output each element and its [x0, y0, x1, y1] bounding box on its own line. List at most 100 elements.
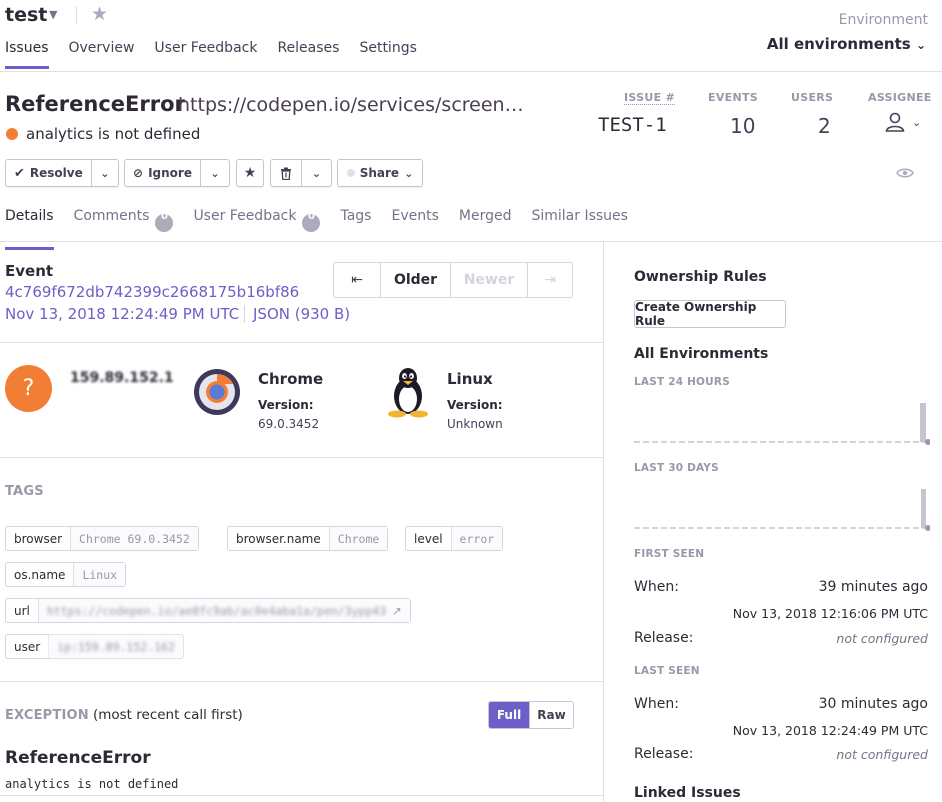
- event-label: Event: [5, 262, 54, 280]
- tag-browser[interactable]: browser Chrome 69.0.3452: [5, 526, 199, 551]
- browser-name: Chrome: [258, 370, 324, 388]
- tab-label: Details: [5, 208, 54, 224]
- exception-subtitle: (most recent call first): [92, 707, 243, 723]
- chevron-down-icon: ⌄: [311, 166, 322, 180]
- browser-version: 69.0.3452: [258, 417, 320, 431]
- first-seen-heading: FIRST SEEN: [634, 548, 705, 560]
- project-nav: Issues Overview User Feedback Releases S…: [5, 40, 417, 69]
- tab-details[interactable]: Details: [5, 208, 54, 250]
- all-environments-heading: All Environments: [634, 346, 769, 362]
- delete-dropdown-button[interactable]: ⌄: [302, 160, 331, 186]
- tag-os-name[interactable]: os.name Linux: [5, 562, 127, 587]
- resolve-label: Resolve: [29, 166, 83, 180]
- newer-button[interactable]: Newer: [451, 263, 528, 297]
- users-count[interactable]: 2: [818, 114, 831, 138]
- tag-value: Linux: [74, 563, 126, 586]
- tag-key: user: [6, 635, 50, 658]
- issue-culprit-url: https://codepen.io/services/screenshot/.…: [178, 94, 530, 116]
- user-icon: [885, 112, 905, 132]
- external-link-icon[interactable]: ↗: [392, 604, 402, 618]
- chevron-down-icon: ⌄: [404, 166, 414, 180]
- issue-message: analytics is not defined: [26, 125, 201, 143]
- os-version: Unknown: [447, 417, 503, 431]
- event-json-link[interactable]: JSON (930 B): [244, 305, 350, 323]
- tag-level[interactable]: level error: [405, 526, 504, 551]
- share-button[interactable]: Share ⌄: [337, 159, 423, 187]
- trash-icon: [281, 167, 291, 180]
- chevron-down-icon: ⌄: [915, 38, 926, 52]
- feedback-count-badge: 0: [302, 211, 321, 232]
- linked-issues-heading: Linked Issues: [634, 785, 741, 801]
- nav-user-feedback[interactable]: User Feedback: [154, 40, 257, 69]
- raw-button[interactable]: Raw: [529, 702, 573, 728]
- tab-similar-issues[interactable]: Similar Issues: [531, 208, 627, 250]
- ignore-button[interactable]: ⊘ Ignore: [125, 160, 200, 186]
- section-divider: [0, 681, 603, 682]
- tag-user[interactable]: user ip:159.89.152.162: [5, 634, 184, 659]
- event-id: 4c769f672db742399c2668175b16bf86: [5, 283, 300, 301]
- full-button[interactable]: Full: [489, 702, 529, 728]
- project-dropdown-icon[interactable]: ▼: [49, 8, 57, 21]
- share-status-dot: [346, 169, 355, 177]
- tag-browser-name[interactable]: browser.name Chrome: [227, 526, 389, 551]
- delete-button-group: ⌄: [270, 159, 332, 187]
- tab-label: Tags: [340, 208, 372, 224]
- tag-key: browser.name: [228, 527, 330, 550]
- nav-settings[interactable]: Settings: [359, 40, 416, 69]
- tab-merged[interactable]: Merged: [459, 208, 512, 250]
- sparkline-24h: [634, 403, 930, 445]
- environment-selector[interactable]: All environments ⌄: [767, 35, 926, 53]
- project-name[interactable]: test: [5, 4, 47, 26]
- event-pager: ⇤ Older Newer ⇥: [333, 262, 573, 298]
- nav-releases[interactable]: Releases: [277, 40, 339, 69]
- last-seen-when-label: When:: [634, 696, 679, 712]
- older-button[interactable]: Older: [381, 263, 451, 297]
- environment-label: Environment: [838, 12, 928, 28]
- tab-label: Events: [391, 208, 439, 224]
- resolve-button[interactable]: ✔ Resolve: [6, 160, 91, 186]
- newest-button[interactable]: ⇥: [528, 263, 572, 297]
- eye-icon[interactable]: [896, 164, 914, 183]
- last-30-days-label: LAST 30 DAYS: [634, 462, 719, 474]
- ignore-dropdown-button[interactable]: ⌄: [201, 160, 229, 186]
- tag-key: url: [6, 599, 39, 622]
- comments-count-badge: 0: [155, 211, 174, 232]
- tag-url[interactable]: url https://codepen.io/ae8fc9ab/ac0e4aba…: [5, 598, 411, 623]
- user-avatar: ?: [5, 365, 52, 412]
- events-count[interactable]: 10: [730, 114, 755, 138]
- browser-version-label: Version:: [258, 398, 314, 412]
- last-seen-heading: LAST SEEN: [634, 665, 700, 677]
- oldest-button[interactable]: ⇤: [334, 263, 381, 297]
- environment-value: All environments: [766, 35, 911, 53]
- tag-value: Chrome: [329, 527, 388, 550]
- create-ownership-rule-button[interactable]: Create Ownership Rule: [634, 300, 786, 328]
- assignee-label: ASSIGNEE: [868, 91, 932, 104]
- first-seen-release: not configured: [836, 631, 928, 646]
- assignee-selector[interactable]: ⌄: [884, 111, 921, 133]
- tab-events[interactable]: Events: [391, 208, 438, 250]
- tab-user-feedback[interactable]: User Feedback 0: [193, 208, 321, 250]
- user-ip: 159.89.152.1: [70, 370, 174, 386]
- nav-overview[interactable]: Overview: [69, 40, 135, 69]
- error-level-indicator: [6, 128, 18, 140]
- exception-type: ReferenceError: [5, 748, 151, 768]
- check-icon: ✔: [14, 165, 25, 181]
- tag-key: level: [406, 527, 452, 550]
- resolve-dropdown-button[interactable]: ⌄: [92, 160, 118, 186]
- chevron-down-icon: ⌄: [912, 115, 922, 129]
- chevron-down-icon: ⌄: [100, 166, 110, 180]
- events-label: EVENTS: [708, 91, 758, 104]
- delete-button[interactable]: [271, 160, 301, 186]
- exception-title: EXCEPTION: [5, 708, 89, 723]
- tag-value: error: [451, 527, 503, 550]
- star-icon[interactable]: ★: [91, 3, 108, 25]
- ownership-rules-heading: Ownership Rules: [634, 269, 767, 285]
- first-seen-date: Nov 13, 2018 12:16:06 PM UTC: [732, 606, 928, 621]
- ignore-icon: ⊘: [133, 166, 144, 180]
- bookmark-button[interactable]: ★: [236, 159, 264, 187]
- tab-comments[interactable]: Comments 0: [74, 208, 174, 250]
- tab-tags[interactable]: Tags: [340, 208, 371, 250]
- tag-value: ip:159.89.152.162: [49, 635, 183, 658]
- last-seen-relative: 30 minutes ago: [818, 696, 928, 712]
- nav-issues[interactable]: Issues: [5, 40, 49, 69]
